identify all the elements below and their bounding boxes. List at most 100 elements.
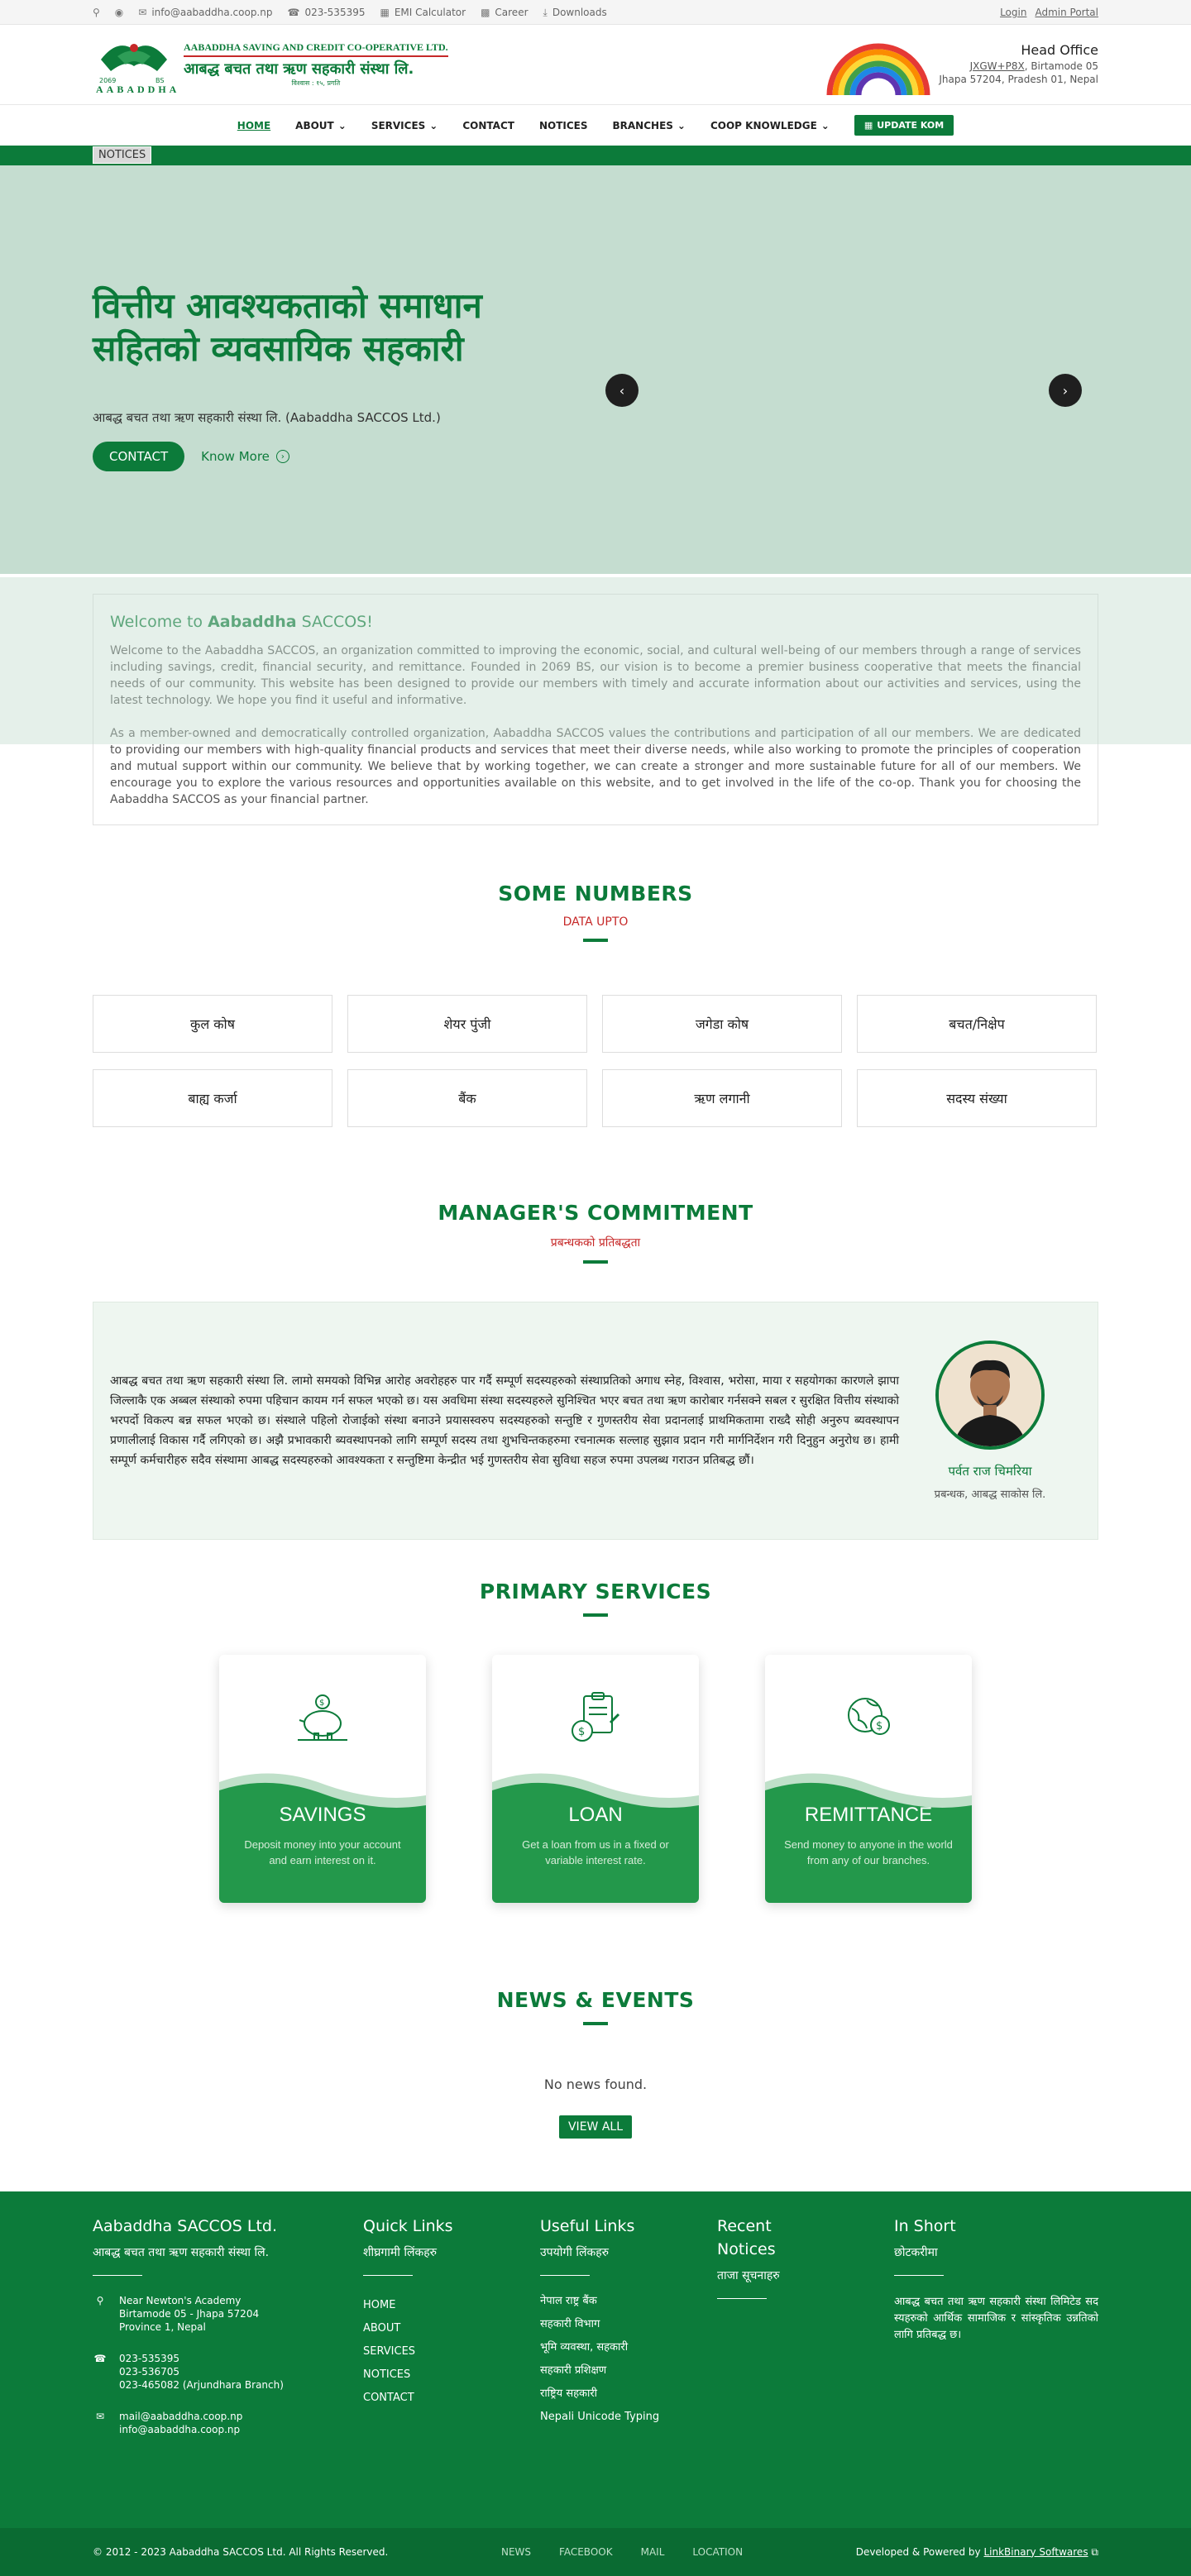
slider-prev-button[interactable]: ‹ [605,374,639,407]
email-link[interactable]: ✉ info@aabaddha.coop.np [138,7,272,18]
footer-link-contact[interactable]: CONTACT [363,2387,540,2410]
footer-link-notices[interactable]: NOTICES [363,2363,540,2387]
piggy-bank-icon: $ [298,1694,347,1741]
footer-in-short: In Short छोटकरीमा आबद्ध बचत तथा ऋण सहकार… [894,2215,1098,2454]
bottom-link-location[interactable]: LOCATION [692,2546,743,2558]
service-name: REMITTANCE [804,1804,933,1826]
bottom-link-mail[interactable]: MAIL [641,2546,665,2558]
head-office-line1: , Birtamode 05 [1024,60,1098,72]
developer-link[interactable]: LinkBinary Softwares [983,2546,1088,2558]
nav-home[interactable]: HOME [237,120,270,131]
footer-subtitle: छोटकरीमा [894,2246,938,2259]
service-card-savings[interactable]: $ SAVINGS Deposit money into your accoun… [219,1655,426,1903]
service-card-remittance[interactable]: $ REMITTANCE Send money to anyone in the… [765,1655,972,1903]
phone-number[interactable]: 023-465082 (Arjundhara Branch) [119,2378,284,2392]
useful-link[interactable]: राष्ट्रिय सहकारी [540,2387,684,2402]
briefcase-icon: ▩ [481,7,490,18]
stat-card: सदस्य संख्या [857,1069,1097,1127]
useful-link[interactable]: नेपाल राष्ट्र बैंक [540,2294,684,2309]
plus-code-link[interactable]: JXGW+P8X [970,60,1025,72]
footer-quick-links: Quick Links शीघ्रगामी लिंकहरु HOME ABOUT… [363,2215,540,2454]
service-desc: Get a loan from us in a fixed or variabl… [522,1838,669,1866]
admin-portal-link[interactable]: Admin Portal [1035,7,1098,18]
avatar [935,1341,1045,1450]
footer-link-about[interactable]: ABOUT [363,2317,540,2340]
phone-link[interactable]: ☎ 023-535395 [287,7,365,18]
news-section: NEWS & EVENTS No news found. VIEW ALL [0,1988,1191,2139]
location-pin-icon[interactable]: ⚲ [93,7,100,18]
services-title: PRIMARY SERVICES [479,1580,712,1603]
footer-about: Aabaddha SACCOS Ltd. आबद्ध बचत तथा ऋण सह… [93,2215,363,2454]
head-office: Head Office JXGW+P8X, Birtamode 05 Jhapa… [825,34,1098,95]
nav-branches[interactable]: BRANCHES ⌄ [613,120,686,131]
nav-coop-label: COOP KNOWLEDGE [710,119,817,131]
stat-card: बाह्य कर्जा [93,1069,332,1127]
welcome-title-bold: Aabaddha [208,613,297,631]
know-more-link[interactable]: Know More › [201,449,289,464]
nav-notices[interactable]: NOTICES [539,120,588,131]
email-address[interactable]: info@aabaddha.coop.np [119,2423,242,2436]
slider-next-button[interactable]: › [1049,374,1082,407]
logo[interactable]: 2069 BS AABADDHA AABADDHA SAVING AND CRE… [93,35,448,95]
notice-label[interactable]: NOTICES [93,146,152,164]
view-all-button[interactable]: VIEW ALL [558,2115,633,2139]
nav-branches-label: BRANCHES [612,119,673,131]
facebook-icon[interactable]: ◉ [115,7,123,18]
chevron-left-icon: ‹ [619,382,625,399]
nav-services[interactable]: SERVICES ⌄ [371,120,438,131]
welcome-paragraph-2: As a member-owned and democratically con… [110,727,1081,806]
useful-link[interactable]: सहकारी विभाग [540,2317,684,2332]
nav-about[interactable]: ABOUT ⌄ [295,120,347,131]
nav-contact[interactable]: CONTACT [462,120,514,131]
useful-link[interactable]: Nepali Unicode Typing [540,2410,684,2425]
email-text: info@aabaddha.coop.np [151,7,273,18]
update-kom-label: UPDATE KOM [877,120,945,131]
downloads-text: Downloads [552,7,607,18]
footer-link-home[interactable]: HOME [363,2294,540,2317]
developer-credit: Developed & Powered by LinkBinary Softwa… [856,2546,1098,2559]
update-kom-button[interactable]: ▦ UPDATE KOM [854,115,954,136]
emi-calculator-link[interactable]: ▦ EMI Calculator [380,7,466,18]
know-more-label: Know More [201,449,270,464]
service-desc: Send money to anyone in the world from a… [784,1838,953,1866]
phone-icon: ☎ [93,2353,107,2364]
divider [93,2275,142,2276]
numbers-subtitle: DATA UPTO [562,915,629,929]
footer-subtitle: उपयोगी लिंकहरु [540,2246,610,2259]
address-line: Near Newton's Academy [119,2295,242,2306]
copyright-text: © 2012 - 2023 Aabaddha SACCOS Ltd. All R… [93,2546,389,2558]
phone-number[interactable]: 023-535395 [119,2352,284,2365]
news-title: NEWS & EVENTS [496,1988,695,2012]
site-footer: Aabaddha SACCOS Ltd. आबद्ध बचत तथा ऋण सह… [0,2191,1191,2528]
nav-coop-knowledge[interactable]: COOP KNOWLEDGE ⌄ [710,120,830,131]
divider [363,2275,413,2276]
qr-icon: ▦ [863,120,873,131]
head-office-title: Head Office [1021,41,1098,58]
footer-title: Quick Links [363,2217,453,2235]
manager-section: MANAGER'S COMMITMENT प्रबन्धकको प्रतिबद्… [0,1201,1191,1540]
footer-link-services[interactable]: SERVICES [363,2340,540,2363]
bottom-link-news[interactable]: NEWS [501,2546,531,2558]
welcome-title: Welcome to Aabaddha SACCOS! [110,613,1081,631]
handshake-logo-icon: 2069 BS AABADDHA [93,35,176,95]
footer-title: Recent Notices [717,2217,776,2258]
phone-text: 023-535395 [304,7,366,18]
useful-link[interactable]: भूमि व्यवस्था, सहकारी [540,2340,684,2355]
career-link[interactable]: ▩ Career [481,7,528,18]
title-underline [583,2022,608,2025]
useful-link[interactable]: सहकारी प्रशिक्षण [540,2363,684,2378]
hero-contact-button[interactable]: CONTACT [93,442,185,471]
login-link[interactable]: Login [1000,7,1026,18]
footer-emails: ✉ mail@aabaddha.coop.np info@aabaddha.coo… [93,2410,363,2436]
footer-title: In Short [894,2217,956,2235]
footer-address: ⚲ Near Newton's Academy Birtamode 05 - Jh… [93,2294,363,2334]
email-address[interactable]: mail@aabaddha.coop.np [119,2410,242,2423]
downloads-link[interactable]: ⤓ Downloads [543,7,607,19]
manager-message: आबद्ध बचत तथा ऋण सहकारी संस्था लि. लामो … [110,1374,899,1467]
stat-card: शेयर पुंजी [347,995,587,1053]
stat-card: जगेडा कोष [602,995,842,1053]
footer-title: Aabaddha SACCOS Ltd. [93,2217,277,2235]
service-card-loan[interactable]: $ LOAN Get a loan from us in a fixed or … [492,1655,699,1903]
phone-number[interactable]: 023-536705 [119,2365,284,2378]
bottom-link-facebook[interactable]: FACEBOOK [559,2546,613,2558]
